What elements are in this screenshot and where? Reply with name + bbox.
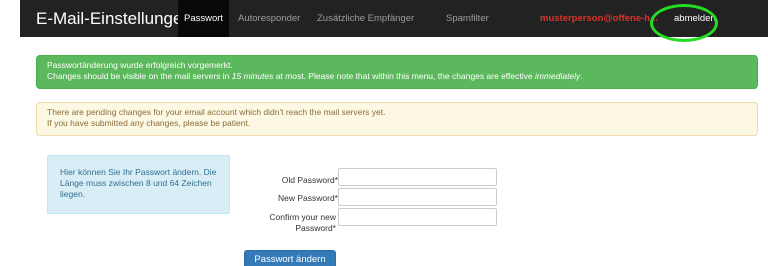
confirm-password-input[interactable] [338,208,497,226]
success-alert-line2: Changes should be visible on the mail se… [47,71,583,81]
warning-alert-line1: There are pending changes for your email… [47,107,386,117]
change-password-button[interactable]: Passwort ändern [244,250,336,266]
warning-alert-line2: If you have submitted any changes, pleas… [47,118,251,128]
success-alert-line1: Passwortänderung wurde erfolgreich vorge… [47,60,233,70]
new-password-input[interactable] [338,188,497,206]
new-password-label: New Password* [278,193,338,203]
tab-passwort[interactable]: Passwort [178,0,230,37]
tab-autoresponder[interactable]: Autoresponder [232,0,306,37]
old-password-input[interactable] [338,168,497,186]
success-alert: Passwortänderung wurde erfolgreich vorge… [36,55,758,89]
confirm-password-label: Confirm your new Password* [269,212,336,233]
app-title[interactable]: E-Mail-Einstellungen [36,9,192,29]
highlight-circle-annotation [650,4,718,42]
warning-alert: There are pending changes for your email… [36,102,758,136]
tab-additional-recipients[interactable]: Zusätzliche Empfänger [311,0,420,37]
tab-spamfilter[interactable]: Spamfilter [440,0,495,37]
old-password-label: Old Password* [281,175,338,185]
password-help-box: Hier können Sie Ihr Passwort ändern. Die… [47,155,230,214]
